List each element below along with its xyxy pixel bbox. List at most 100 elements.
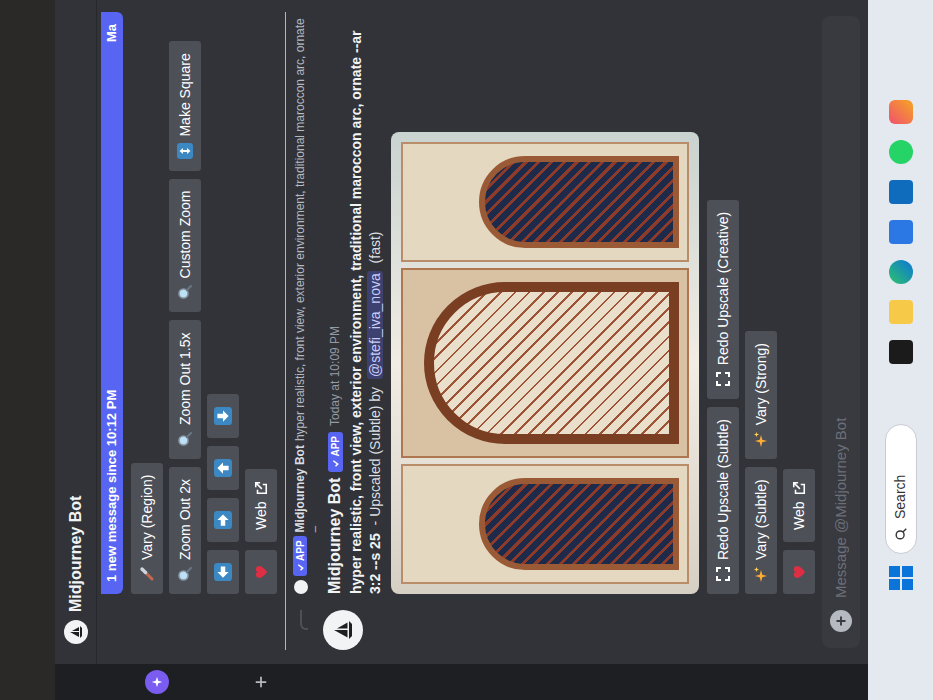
taskbar: Search — [868, 0, 933, 700]
sailboat-icon — [331, 618, 355, 642]
button-label: Zoom Out 1.5x — [175, 332, 196, 425]
search-label: Search — [890, 475, 911, 519]
generated-image[interactable] — [391, 132, 699, 594]
plus-icon — [835, 615, 847, 627]
upscale-corners-icon — [715, 371, 731, 387]
windows-logo-icon — [902, 566, 913, 577]
sailboat-icon — [68, 624, 84, 640]
attach-button[interactable] — [830, 610, 852, 632]
button-row: Redo Upscale (Subtle) Redo Upscale (Creat… — [707, 12, 739, 594]
side-panel — [401, 142, 689, 262]
edge-icon[interactable] — [889, 260, 913, 284]
pan-right-button[interactable] — [207, 498, 239, 542]
web-button[interactable]: Web — [245, 469, 277, 542]
mail-icon[interactable] — [889, 180, 913, 204]
store-icon[interactable] — [889, 220, 913, 244]
make-square-button[interactable]: Make Square — [169, 41, 201, 170]
button-label: Vary (Region) — [137, 475, 158, 560]
button-row — [207, 12, 239, 594]
button-row: Vary (Subtle) Vary (Strong) — [745, 12, 777, 594]
button-label: Web — [789, 501, 810, 530]
search-box[interactable]: Search — [885, 424, 917, 554]
zoom-button[interactable]: Zoom Out 1.5x — [169, 320, 201, 459]
reply-badge: APP — [293, 536, 307, 576]
message-list: 1 new message since 10:12 PM Ma Vary (Re… — [97, 0, 818, 664]
redo-upscale-button[interactable]: Redo Upscale (Subtle) — [707, 407, 739, 594]
whatsapp-icon[interactable] — [889, 140, 913, 164]
previous-message-buttons: Vary (Region) Zoom Out 2x Zoom Out 1.5x Cus… — [123, 12, 277, 594]
message-body: APP Midjourney Bothyper realistic, front… — [293, 12, 815, 594]
button-label: Make Square — [175, 53, 196, 136]
magnifier-icon — [177, 284, 193, 300]
pan-up-button[interactable] — [207, 446, 239, 490]
center-arch — [424, 282, 679, 444]
check-icon — [296, 563, 305, 572]
button-row: Web — [245, 12, 277, 594]
pan-left-button[interactable] — [207, 550, 239, 594]
message: APP Midjourney Bothyper realistic, front… — [293, 12, 815, 650]
zoom-button[interactable]: Zoom Out 2x — [169, 467, 201, 594]
side-arch — [479, 156, 679, 248]
favorite-button[interactable] — [783, 550, 815, 594]
external-link-icon — [792, 481, 806, 495]
new-divider — [277, 12, 293, 650]
midjourney-avatar[interactable] — [64, 620, 88, 644]
author-avatar[interactable] — [323, 610, 363, 650]
reply-badge-text: APP — [293, 540, 308, 561]
reply-author: Midjourney Bot — [293, 445, 307, 532]
web-button[interactable]: Web — [783, 469, 815, 542]
button-row: Vary (Region) — [131, 12, 163, 594]
chat-panel: Midjourney Bot 1 new message since 10:12… — [55, 0, 868, 664]
arrow-up-icon — [214, 459, 232, 477]
side-panel — [401, 464, 689, 584]
external-link-icon — [254, 481, 268, 495]
channel-header: Midjourney Bot — [55, 0, 97, 664]
message-buttons: Redo Upscale (Subtle) Redo Upscale (Creat… — [707, 12, 815, 594]
file-explorer-icon[interactable] — [889, 300, 913, 324]
app-icon[interactable] — [889, 100, 913, 124]
start-button[interactable] — [889, 566, 913, 590]
sparkles-icon — [753, 566, 769, 582]
new-messages-text: 1 new message since 10:12 PM — [102, 390, 122, 582]
vary-button[interactable]: Vary (Subtle) — [745, 467, 777, 594]
author-name[interactable]: Midjourney Bot — [323, 478, 347, 594]
new-messages-bar[interactable]: 1 new message since 10:12 PM Ma — [101, 12, 123, 594]
user-mention[interactable]: @stefi_iva_nova — [367, 271, 383, 379]
vary-button[interactable]: Vary (Strong) — [745, 331, 777, 459]
zoom-button[interactable]: Custom Zoom — [169, 179, 201, 313]
magnifier-icon — [177, 566, 193, 582]
message-text: hyper realistic, front view, exterior en… — [347, 12, 385, 594]
sparkle-icon — [151, 676, 163, 688]
plus-icon — [254, 675, 268, 689]
side-arch — [479, 478, 679, 570]
redo-upscale-button[interactable]: Redo Upscale (Creative) — [707, 200, 739, 399]
status-text: - Upscaled (Subtle) by — [367, 387, 383, 526]
message-input[interactable] — [830, 32, 853, 598]
expand-square-icon — [177, 143, 193, 159]
taskbar-apps — [889, 100, 913, 364]
center-panel — [401, 268, 689, 458]
pan-down-button[interactable] — [207, 394, 239, 438]
arrow-down-icon — [214, 407, 232, 425]
server-sidebar — [55, 664, 868, 700]
button-label: Redo Upscale (Subtle) — [713, 419, 734, 560]
favorite-button[interactable] — [245, 550, 277, 594]
task-view-icon[interactable] — [889, 340, 913, 364]
check-icon — [331, 459, 340, 468]
laptop-bezel — [0, 0, 55, 700]
button-label: Redo Upscale (Creative) — [713, 212, 734, 365]
button-label: Vary (Strong) — [751, 343, 772, 425]
reply-preview[interactable]: APP Midjourney Bothyper realistic, front… — [293, 12, 323, 594]
sparkles-icon — [753, 431, 769, 447]
arrow-right-icon — [214, 511, 232, 529]
button-label: Custom Zoom — [175, 191, 196, 279]
add-server-button[interactable] — [249, 670, 273, 694]
windows-logo-icon — [889, 566, 900, 577]
magnifier-icon — [177, 431, 193, 447]
mark-as-read-button[interactable]: Ma — [102, 24, 122, 42]
divider-line — [285, 12, 286, 650]
channel-title: Midjourney Bot — [64, 496, 88, 612]
vary-region-button[interactable]: Vary (Region) — [131, 463, 163, 594]
message-box — [822, 16, 860, 648]
server-icon[interactable] — [145, 670, 169, 694]
